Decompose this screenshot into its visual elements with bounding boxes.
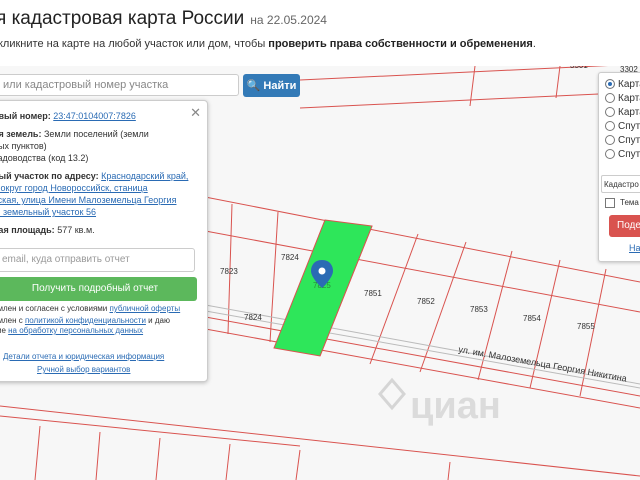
address-link[interactable]: Краснодарский край,: [101, 171, 188, 181]
layer-option[interactable]: Карта: [605, 93, 640, 105]
parcel-label: 7851: [364, 289, 382, 298]
get-report-button[interactable]: Получить подробный отчет: [0, 277, 197, 301]
cadastral-number-link[interactable]: 23:47:0104007:7826: [53, 111, 136, 121]
layer-option[interactable]: Спутн: [605, 149, 640, 161]
find-button-label: Найти: [263, 80, 297, 92]
address-link[interactable]: й округ город Новороссийск, станица: [0, 183, 148, 194]
radio-icon[interactable]: [605, 121, 615, 132]
subtitle-bold: проверить права собственности и обремене…: [268, 38, 533, 50]
parcel-label: 7853: [470, 305, 488, 314]
parcel-label: 7855: [577, 322, 595, 331]
address-row: ный участок по адресу: Краснодарский кра…: [0, 171, 189, 181]
page-header: я кадастровая карта России на 22.05.2024 …: [0, 0, 640, 66]
radio-icon[interactable]: [605, 79, 615, 90]
page-subtitle: кликните на карте на любой участок или д…: [0, 38, 536, 50]
details-link[interactable]: Детали отчета и юридическая информация: [3, 351, 164, 362]
checkbox-icon[interactable]: [605, 198, 615, 208]
subtitle-end: .: [532, 38, 536, 50]
layer-option[interactable]: Карта: [605, 79, 640, 91]
parcel-info-panel: ✕ овый номер: 23:47:0104007:7826 ия земе…: [0, 100, 208, 382]
address-link[interactable]: а, земельный участок 56: [0, 207, 96, 218]
share-button[interactable]: Подел: [609, 215, 640, 237]
cadastral-number-row: овый номер: 23:47:0104007:7826: [0, 111, 136, 121]
layers-panel: Карта Карта Карта Спутн Спутн Спутн Када…: [598, 72, 640, 262]
personal-data-link[interactable]: на обработку персональных данных: [8, 326, 143, 335]
layers-link[interactable]: На: [629, 243, 640, 253]
page-title: я кадастровая карта России на 22.05.2024: [0, 8, 327, 30]
search-icon: 🔍: [246, 80, 261, 92]
parcel-label: 7824: [244, 313, 262, 322]
layer-option[interactable]: Спутн: [605, 135, 640, 147]
radio-icon[interactable]: [605, 107, 615, 118]
radio-icon[interactable]: [605, 93, 615, 104]
title-text: я кадастровая карта России: [0, 8, 245, 29]
consent-line-3: сие на обработку персональных данных: [0, 326, 144, 335]
title-date: на 22.05.2024: [250, 13, 327, 27]
parcel-label: 7854: [523, 314, 541, 323]
subtitle-text: кликните на карте на любой участок или д…: [0, 38, 269, 50]
land-use-row: садоводства (код 13.2): [0, 153, 89, 163]
consent-line-1: омлен и согласен с условиями публичной о…: [0, 304, 181, 313]
parcel-label: 7823: [220, 267, 238, 276]
address-link[interactable]: вская, улица Имени Малоземельца Георгия: [0, 195, 176, 206]
parcel-label: 7824: [281, 253, 299, 262]
thematic-checkbox[interactable]: Тема: [605, 198, 639, 210]
parcel-label: 3301: [570, 66, 588, 70]
area-row: ная площадь: 577 кв.м.: [0, 225, 95, 235]
layer-option[interactable]: Спутн: [605, 121, 640, 133]
manual-selection-link[interactable]: Ручной выбор вариантов: [37, 364, 130, 375]
close-icon[interactable]: ✕: [190, 105, 201, 121]
layer-select[interactable]: Кадастро: [601, 175, 640, 193]
layer-option[interactable]: Карта: [605, 107, 640, 119]
radio-icon[interactable]: [605, 135, 615, 146]
svg-text:циан: циан: [410, 385, 501, 427]
find-button[interactable]: 🔍 Найти: [243, 74, 300, 97]
privacy-link[interactable]: политикой конфиденциальности: [25, 316, 146, 325]
parcel-label: 7852: [417, 297, 435, 306]
search-input[interactable]: или кадастровый номер участка: [0, 74, 239, 96]
land-category-row-2: ных пунктов): [0, 141, 47, 151]
radio-icon[interactable]: [605, 149, 615, 160]
offer-link[interactable]: публичной оферты: [109, 304, 180, 313]
email-field[interactable]: email, куда отправить отчет: [0, 248, 195, 272]
land-category-row: ия земель: Земли поселений (земли: [0, 129, 149, 139]
